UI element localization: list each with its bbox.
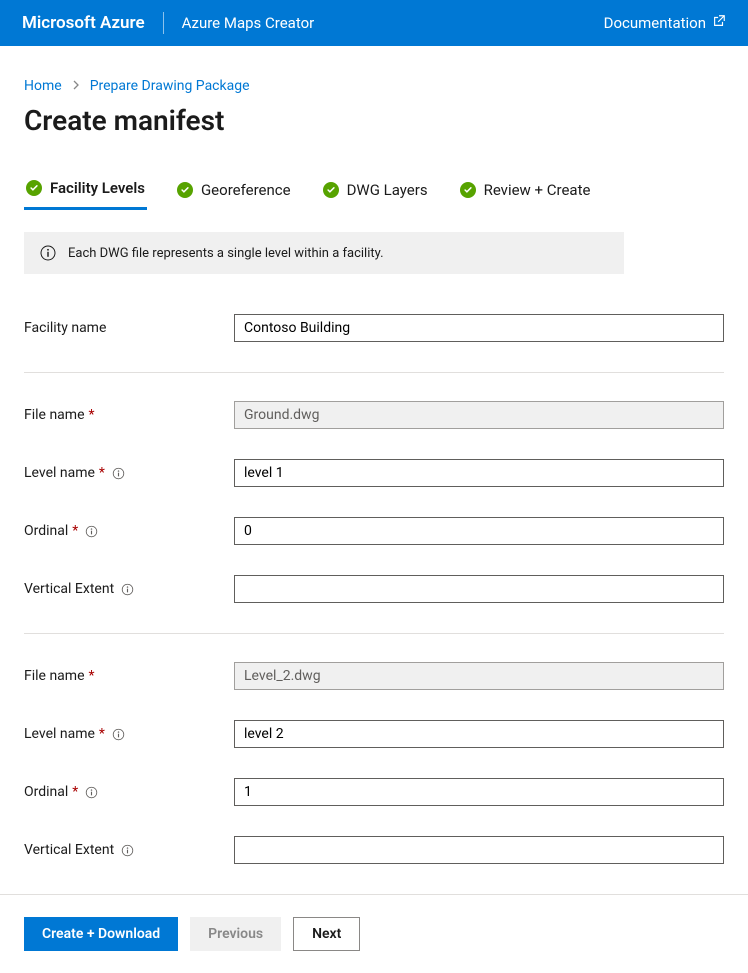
header-divider (163, 12, 164, 34)
external-link-icon (712, 14, 726, 32)
chevron-right-icon (72, 78, 80, 94)
product-name: Azure Maps Creator (182, 14, 315, 32)
section-divider (24, 633, 724, 634)
tab-facility-levels[interactable]: Facility Levels (24, 173, 147, 210)
vertical-extent-input[interactable] (234, 836, 724, 864)
file-name-row: File name * (24, 401, 724, 429)
info-icon[interactable] (112, 467, 125, 480)
info-banner-text: Each DWG file represents a single level … (68, 246, 384, 261)
level-name-label: Level name * (24, 726, 234, 742)
ordinal-label: Ordinal * (24, 784, 234, 800)
documentation-label: Documentation (604, 14, 706, 32)
breadcrumb: Home Prepare Drawing Package (24, 78, 724, 94)
check-circle-icon (177, 182, 193, 198)
file-name-row: File name * (24, 662, 724, 690)
ordinal-row: Ordinal * (24, 778, 724, 806)
required-asterisk: * (72, 784, 78, 800)
info-icon[interactable] (85, 786, 98, 799)
required-asterisk: * (72, 523, 78, 539)
next-button[interactable]: Next (293, 917, 360, 951)
facility-name-row: Facility name (24, 314, 724, 342)
tab-label: Georeference (201, 181, 291, 199)
top-header: Microsoft Azure Azure Maps Creator Docum… (0, 0, 748, 46)
tab-label: Review + Create (484, 181, 591, 199)
vertical-extent-row: Vertical Extent (24, 575, 724, 603)
level-name-input[interactable] (234, 459, 724, 487)
tab-label: Facility Levels (50, 179, 145, 197)
level-name-label: Level name * (24, 465, 234, 481)
vertical-extent-label: Vertical Extent (24, 581, 234, 597)
wizard-footer: Create + Download Previous Next (0, 894, 748, 973)
tab-dwg-layers[interactable]: DWG Layers (321, 173, 430, 210)
check-circle-icon (460, 182, 476, 198)
info-icon[interactable] (121, 844, 134, 857)
documentation-link[interactable]: Documentation (604, 14, 726, 32)
previous-button: Previous (190, 917, 281, 951)
check-circle-icon (26, 180, 42, 196)
ordinal-label: Ordinal * (24, 523, 234, 539)
facility-name-input[interactable] (234, 314, 724, 342)
info-icon[interactable] (121, 583, 134, 596)
brand-logo: Microsoft Azure (22, 13, 145, 33)
info-banner: Each DWG file represents a single level … (24, 232, 624, 274)
tab-review-create[interactable]: Review + Create (458, 173, 593, 210)
page-title: Create manifest (24, 104, 724, 137)
wizard-tabs: Facility Levels Georeference DWG Layers … (24, 173, 724, 210)
section-divider (24, 372, 724, 373)
header-left: Microsoft Azure Azure Maps Creator (22, 12, 314, 34)
vertical-extent-label: Vertical Extent (24, 842, 234, 858)
required-asterisk: * (99, 465, 105, 481)
file-name-input (234, 662, 724, 690)
level-name-input[interactable] (234, 720, 724, 748)
required-asterisk: * (89, 407, 95, 423)
info-icon[interactable] (85, 525, 98, 538)
info-icon[interactable] (112, 728, 125, 741)
ordinal-row: Ordinal * (24, 517, 724, 545)
content-area: Home Prepare Drawing Package Create mani… (0, 46, 748, 864)
facility-name-label: Facility name (24, 320, 234, 336)
file-name-label: File name * (24, 407, 234, 423)
form-area: Facility name File name * Level name * O (24, 314, 724, 864)
breadcrumb-home[interactable]: Home (24, 78, 62, 94)
breadcrumb-prepare[interactable]: Prepare Drawing Package (90, 78, 250, 94)
level-name-row: Level name * (24, 459, 724, 487)
tab-label: DWG Layers (347, 181, 428, 199)
create-download-button[interactable]: Create + Download (24, 917, 178, 951)
ordinal-input[interactable] (234, 517, 724, 545)
required-asterisk: * (89, 668, 95, 684)
tab-georeference[interactable]: Georeference (175, 173, 293, 210)
required-asterisk: * (99, 726, 105, 742)
check-circle-icon (323, 182, 339, 198)
ordinal-input[interactable] (234, 778, 724, 806)
level-name-row: Level name * (24, 720, 724, 748)
vertical-extent-row: Vertical Extent (24, 836, 724, 864)
info-icon (40, 245, 56, 261)
vertical-extent-input[interactable] (234, 575, 724, 603)
file-name-label: File name * (24, 668, 234, 684)
file-name-input (234, 401, 724, 429)
